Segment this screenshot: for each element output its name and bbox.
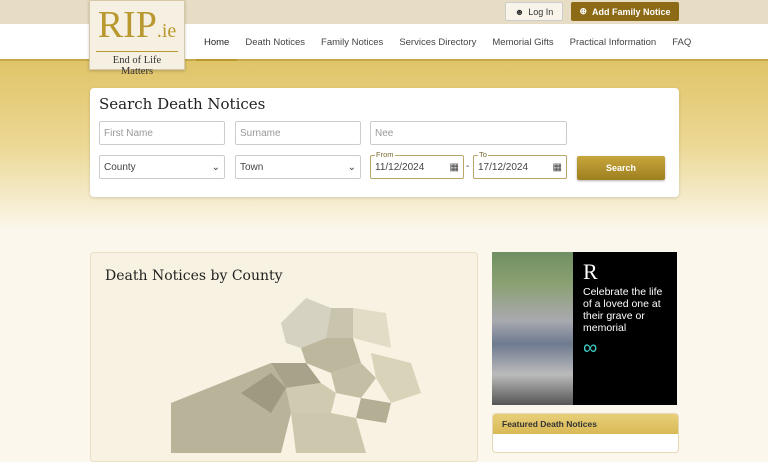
surname-input[interactable]: Surname: [235, 121, 361, 145]
plus-circle-icon: ⊕: [579, 6, 588, 16]
first-name-placeholder: First Name: [104, 127, 153, 139]
calendar-icon[interactable]: ▦: [450, 162, 459, 173]
chevron-down-icon: ⌄: [347, 161, 356, 173]
nav-faq[interactable]: FAQ: [664, 24, 699, 61]
memorial-advert[interactable]: R Celebrate the life of a loved one at t…: [492, 252, 677, 405]
nav-death-notices[interactable]: Death Notices: [237, 24, 313, 61]
nav-memorial-gifts[interactable]: Memorial Gifts: [484, 24, 561, 61]
nav-family-notices[interactable]: Family Notices: [313, 24, 391, 61]
county-louth: [356, 398, 391, 423]
county-meath: [291, 413, 366, 453]
add-family-notice-button[interactable]: ⊕ Add Family Notice: [571, 2, 679, 21]
calendar-icon[interactable]: ▦: [553, 162, 562, 173]
town-value: Town: [240, 161, 264, 173]
to-label: To: [478, 150, 488, 159]
county-antrim: [353, 308, 391, 348]
county-value: County: [104, 161, 136, 173]
login-button[interactable]: ☻ Log In: [505, 2, 563, 21]
nav-services-directory[interactable]: Services Directory: [391, 24, 484, 61]
add-notice-label: Add Family Notice: [592, 6, 671, 17]
logo-suffix: .ie: [156, 20, 177, 42]
advert-text: Celebrate the life of a loved one at the…: [583, 286, 663, 334]
county-select[interactable]: County ⌄: [99, 155, 225, 179]
featured-title: Featured Death Notices: [493, 414, 678, 434]
featured-notices-panel: Featured Death Notices: [492, 413, 679, 453]
first-name-input[interactable]: First Name: [99, 121, 225, 145]
to-value: 17/12/2024: [478, 161, 529, 173]
nav-menu: Home Death Notices Family Notices Servic…: [196, 24, 699, 61]
logo-text: RIP: [97, 4, 157, 46]
flourish-icon: ∞: [583, 337, 598, 359]
user-icon: ☻: [514, 6, 525, 17]
to-date-input[interactable]: To 17/12/2024 ▦: [473, 150, 567, 179]
nav-home[interactable]: Home: [196, 24, 238, 61]
search-button[interactable]: Search: [577, 156, 665, 180]
county-cavan: [286, 383, 336, 413]
nav-practical-information[interactable]: Practical Information: [562, 24, 665, 61]
search-title: Search Death Notices: [99, 95, 266, 113]
date-separator: -: [466, 161, 470, 172]
nee-input[interactable]: Nee: [370, 121, 567, 145]
chevron-down-icon: ⌄: [211, 161, 220, 173]
county-map-section: Death Notices by County: [90, 252, 478, 462]
advert-logo: R: [583, 259, 598, 284]
from-value: 11/12/2024: [375, 161, 425, 173]
from-date-input[interactable]: From 11/12/2024 ▦: [370, 150, 464, 179]
logo[interactable]: RIP.ie End of Life Matters: [89, 0, 185, 77]
ireland-map[interactable]: [91, 253, 479, 453]
county-down: [371, 353, 421, 403]
surname-placeholder: Surname: [240, 127, 281, 139]
from-label: From: [375, 150, 395, 159]
search-panel: Search Death Notices First Name Surname …: [90, 88, 679, 197]
advert-photo: [492, 252, 573, 405]
town-select[interactable]: Town ⌄: [235, 155, 361, 179]
nee-placeholder: Nee: [375, 127, 394, 139]
logo-tagline: End of Life Matters: [96, 51, 178, 77]
login-label: Log In: [528, 6, 554, 17]
